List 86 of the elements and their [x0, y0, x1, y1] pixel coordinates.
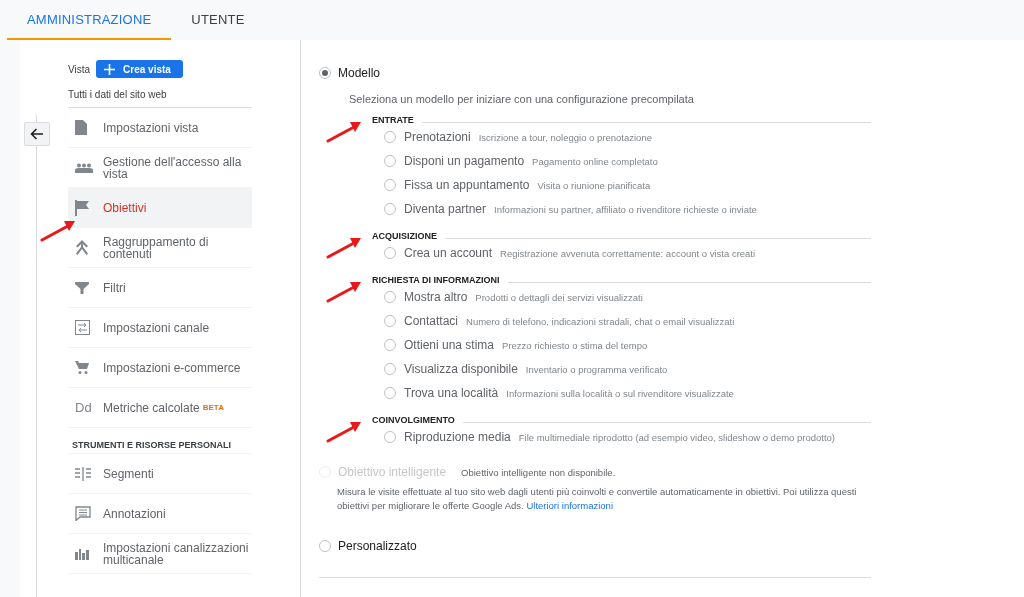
menu-item-label: Annotazioni: [103, 507, 166, 520]
option-description: Visita o riunione pianificata: [537, 179, 651, 191]
menu-item[interactable]: Annotazioni: [68, 494, 252, 534]
radio-button[interactable]: [384, 247, 396, 259]
option-label: Prenotazioni: [404, 130, 471, 144]
beta-label: BETA: [202, 403, 224, 412]
flag-icon: [75, 199, 89, 216]
cart-icon: [75, 361, 89, 374]
option-description: Numero di telefono, indicazioni stradali, chat o email visualizzati: [466, 315, 735, 327]
back-arrow-icon: [30, 128, 44, 140]
view-label: Vista: [68, 63, 91, 75]
menu-item[interactable]: Impostazioni vista: [68, 108, 252, 148]
option-label: Contattaci: [404, 314, 459, 328]
radio-button[interactable]: [384, 179, 396, 191]
radio-button[interactable]: [384, 339, 396, 351]
menu-item-label: Impostazioni e-commerce: [103, 361, 241, 374]
radio-button[interactable]: [384, 155, 396, 167]
option-label: Mostra altro: [404, 290, 468, 304]
segments-icon: [75, 466, 91, 481]
menu-item-label: Gestione dell'accesso alla vista: [103, 155, 243, 180]
menu-item[interactable]: Filtri: [68, 268, 252, 308]
sliders-icon: [75, 320, 90, 335]
option-description: Informazioni sulla località o sul rivenditore visualizzate: [506, 387, 734, 399]
option-description: Inventario o programma verificato: [525, 363, 668, 375]
menu-item-label: Filtri: [103, 281, 126, 294]
view-name: Tutti i dati del sito web: [68, 78, 252, 108]
menu-item-label: Impostazioni canalizzazioni multicanale: [103, 541, 250, 566]
menu-item[interactable]: Impostazioni canalizzazioni multicanale: [68, 534, 252, 574]
option-description: Prezzo richiesto o stima del tempo: [502, 339, 648, 351]
menu-item[interactable]: Raggruppamento di contenuti: [68, 228, 252, 268]
radio-button[interactable]: [384, 431, 396, 443]
radio-button[interactable]: [384, 387, 396, 399]
document-icon: [75, 120, 87, 135]
radio-button[interactable]: [384, 203, 396, 215]
radio-button[interactable]: [319, 540, 331, 552]
menu-item-label: Segmenti: [103, 467, 154, 480]
menu-item[interactable]: Obiettivi: [68, 188, 252, 228]
radio-button[interactable]: [319, 67, 331, 79]
option-label: Visualizza disponibile: [404, 362, 518, 376]
goal-type-label: Obiettivo intelligente: [338, 465, 447, 479]
tab[interactable]: UTENTE: [171, 0, 265, 40]
menu-item[interactable]: Segmenti: [68, 454, 252, 494]
create-view-button[interactable]: Crea vista: [96, 60, 183, 78]
unavailable-note: Obiettivo intelligente non disponibile.: [461, 466, 616, 478]
filter-icon: [75, 281, 89, 294]
back-button[interactable]: [24, 122, 50, 146]
option-description: Pagamento online completato: [532, 155, 658, 167]
radio-button[interactable]: [384, 315, 396, 327]
people-icon: [75, 162, 93, 173]
menu-item[interactable]: Impostazioni e-commerce: [68, 348, 252, 388]
plus-icon: [104, 63, 116, 75]
category-heading: RICHIESTA DI INFORMAZIONI: [372, 275, 500, 285]
smart-goal-description: Misura le visite effettuate al tuo sito web dagli utenti più coinvolti e convertile automaticamente in obiettivi. Poi utilizza questi obiettivi per migliorare le offerte Google Ads. Ulteriori informazioni: [337, 485, 858, 513]
category-heading: COINVOLGIMENTO: [372, 415, 455, 425]
menu-item[interactable]: Dd Metriche calcolate BETA: [68, 388, 252, 428]
metric-icon: Dd: [75, 400, 92, 415]
radio-button[interactable]: [384, 131, 396, 143]
option-label: Fissa un appuntamento: [404, 178, 530, 192]
menu-item-label: Impostazioni vista: [103, 121, 199, 134]
option-description: Registrazione avvenuta correttamente: account o vista creati: [500, 247, 756, 259]
merge-icon: [75, 240, 89, 255]
section-heading: STRUMENTI E RISORSE PERSONALI: [68, 428, 252, 454]
menu-item-label: Raggruppamento di contenuti: [103, 235, 210, 260]
option-label: Ottieni una stima: [404, 338, 495, 352]
goal-type-label: Personalizzato: [338, 539, 417, 553]
menu-item-label: Metriche calcolate: [103, 401, 200, 414]
menu-item[interactable]: Impostazioni canale: [68, 308, 252, 348]
comment-icon: [75, 506, 91, 521]
radio-button[interactable]: [384, 363, 396, 375]
goal-type-label: Modello: [338, 66, 381, 80]
option-label: Trova una località: [404, 386, 499, 400]
menu-item-label: Obiettivi: [103, 201, 147, 214]
template-description: Seleziona un modello per iniziare con una configurazione precompilata: [349, 93, 695, 105]
category-heading: ENTRATE: [372, 115, 414, 125]
option-label: Diventa partner: [404, 202, 487, 216]
option-description: Informazioni su partner, affiliato o rivenditore richieste o inviate: [494, 203, 757, 215]
radio-button[interactable]: [384, 291, 396, 303]
option-label: Crea un account: [404, 246, 493, 260]
category-heading: ACQUISIZIONE: [372, 231, 437, 241]
menu-item-label: Impostazioni canale: [103, 321, 210, 334]
option-description: File multimediale riprodotto (ad esempio video, slideshow o demo prodotto): [518, 431, 836, 443]
option-label: Disponi un pagamento: [404, 154, 525, 168]
option-description: Iscrizione a tour, noleggio o prenotazione: [478, 131, 652, 143]
option-description: Prodotti o dettagli dei servizi visualizzati: [475, 291, 643, 303]
option-label: Riproduzione media: [404, 430, 511, 444]
bar-chart-icon: [75, 547, 89, 560]
